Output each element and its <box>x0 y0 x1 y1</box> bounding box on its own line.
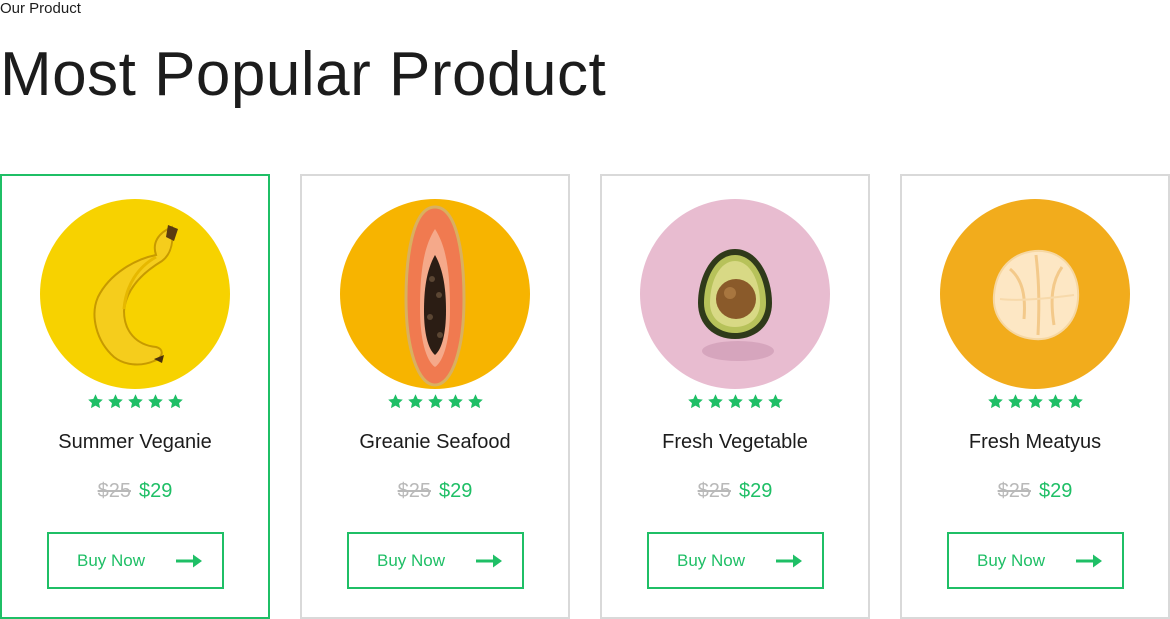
arrow-right-icon <box>176 553 202 569</box>
page-title: Most Popular Product <box>0 40 607 109</box>
product-price: $25 $29 <box>2 479 268 503</box>
rating-stars <box>902 393 1168 413</box>
product-name[interactable]: Summer Veganie <box>2 430 268 454</box>
product-price: $25 $29 <box>602 479 868 503</box>
buy-now-button[interactable]: Buy Now <box>347 532 524 589</box>
arrow-right-icon <box>1076 553 1102 569</box>
product-grid: Summer Veganie $25 $29 Buy Now Greanie S… <box>0 174 1170 619</box>
product-card[interactable]: Fresh Vegetable $25 $29 Buy Now <box>600 174 870 619</box>
old-price: $25 <box>97 480 131 502</box>
star-icon <box>147 393 164 410</box>
star-icon <box>407 393 424 410</box>
star-icon <box>167 393 184 410</box>
rating-stars <box>302 393 568 413</box>
buy-now-button[interactable]: Buy Now <box>647 532 824 589</box>
star-icon <box>387 393 404 410</box>
product-price: $25 $29 <box>302 479 568 503</box>
rating-stars <box>2 393 268 413</box>
star-icon <box>707 393 724 410</box>
old-price: $25 <box>697 480 731 502</box>
orange-image[interactable] <box>940 199 1130 389</box>
rating-stars <box>602 393 868 413</box>
papaya-image[interactable] <box>340 199 530 389</box>
star-icon <box>467 393 484 410</box>
star-icon <box>1007 393 1024 410</box>
banana-image[interactable] <box>40 199 230 389</box>
star-icon <box>747 393 764 410</box>
star-icon <box>1047 393 1064 410</box>
buy-now-button[interactable]: Buy Now <box>47 532 224 589</box>
arrow-right-icon <box>776 553 802 569</box>
star-icon <box>1027 393 1044 410</box>
old-price: $25 <box>397 480 431 502</box>
star-icon <box>447 393 464 410</box>
old-price: $25 <box>997 480 1031 502</box>
new-price: $29 <box>439 480 473 502</box>
new-price: $29 <box>739 480 773 502</box>
star-icon <box>427 393 444 410</box>
product-name[interactable]: Fresh Vegetable <box>602 430 868 454</box>
product-price: $25 $29 <box>902 479 1168 503</box>
buy-now-button[interactable]: Buy Now <box>947 532 1124 589</box>
buy-now-label: Buy Now <box>677 551 746 570</box>
section-eyebrow: Our Product <box>0 0 81 17</box>
star-icon <box>107 393 124 410</box>
star-icon <box>767 393 784 410</box>
product-name[interactable]: Fresh Meatyus <box>902 430 1168 454</box>
star-icon <box>1067 393 1084 410</box>
product-card[interactable]: Fresh Meatyus $25 $29 Buy Now <box>900 174 1170 619</box>
star-icon <box>727 393 744 410</box>
arrow-right-icon <box>476 553 502 569</box>
star-icon <box>987 393 1004 410</box>
product-card[interactable]: Greanie Seafood $25 $29 Buy Now <box>300 174 570 619</box>
product-name[interactable]: Greanie Seafood <box>302 430 568 454</box>
new-price: $29 <box>1039 480 1073 502</box>
buy-now-label: Buy Now <box>377 551 446 570</box>
new-price: $29 <box>139 480 173 502</box>
buy-now-label: Buy Now <box>977 551 1046 570</box>
avocado-image[interactable] <box>640 199 830 389</box>
star-icon <box>87 393 104 410</box>
product-card[interactable]: Summer Veganie $25 $29 Buy Now <box>0 174 270 619</box>
star-icon <box>687 393 704 410</box>
buy-now-label: Buy Now <box>77 551 146 570</box>
star-icon <box>127 393 144 410</box>
